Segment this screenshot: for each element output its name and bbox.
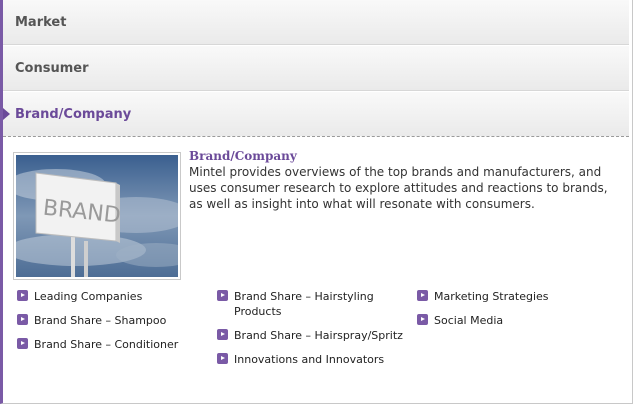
link-social-media[interactable]: Social Media xyxy=(417,313,607,328)
panel-description: Mintel provides overviews of the top bra… xyxy=(189,165,608,211)
link-brand-share-shampoo[interactable]: Brand Share – Shampoo xyxy=(17,313,207,328)
play-bullet-icon xyxy=(217,329,228,340)
link-brand-share-hairstyling-products[interactable]: Brand Share – Hairstyling Products xyxy=(217,289,407,319)
play-bullet-icon xyxy=(17,314,28,325)
play-bullet-icon xyxy=(417,314,428,325)
link-innovations-and-innovators[interactable]: Innovations and Innovators xyxy=(217,352,407,367)
panel-title: Brand/Company xyxy=(189,149,297,163)
tab-brand-company-label: Brand/Company xyxy=(15,106,132,122)
tab-market[interactable]: Market xyxy=(3,0,629,45)
play-bullet-icon xyxy=(17,290,28,301)
tab-brand-company[interactable]: Brand/Company xyxy=(3,92,629,137)
link-brand-share-conditioner[interactable]: Brand Share – Conditioner xyxy=(17,337,207,352)
links-column-3: Marketing Strategies Social Media xyxy=(417,289,607,337)
play-bullet-icon xyxy=(417,290,428,301)
play-bullet-icon xyxy=(217,353,228,364)
tab-consumer-label: Consumer xyxy=(15,60,89,76)
links-column-2: Brand Share – Hairstyling Products Brand… xyxy=(217,289,407,376)
play-bullet-icon xyxy=(217,290,228,301)
tab-market-label: Market xyxy=(15,14,67,30)
links-column-1: Leading Companies Brand Share – Shampoo … xyxy=(17,289,207,361)
link-brand-share-hairspray-spritz[interactable]: Brand Share – Hairspray/Spritz xyxy=(217,328,407,343)
tab-consumer[interactable]: Consumer xyxy=(3,46,629,91)
brand-company-content: BRAND Brand/Company Mintel provides over… xyxy=(3,139,629,403)
link-leading-companies[interactable]: Leading Companies xyxy=(17,289,207,304)
expanded-arrow-icon xyxy=(3,108,10,120)
play-bullet-icon xyxy=(17,338,28,349)
link-marketing-strategies[interactable]: Marketing Strategies xyxy=(417,289,607,304)
brand-billboard-image: BRAND xyxy=(13,152,181,280)
